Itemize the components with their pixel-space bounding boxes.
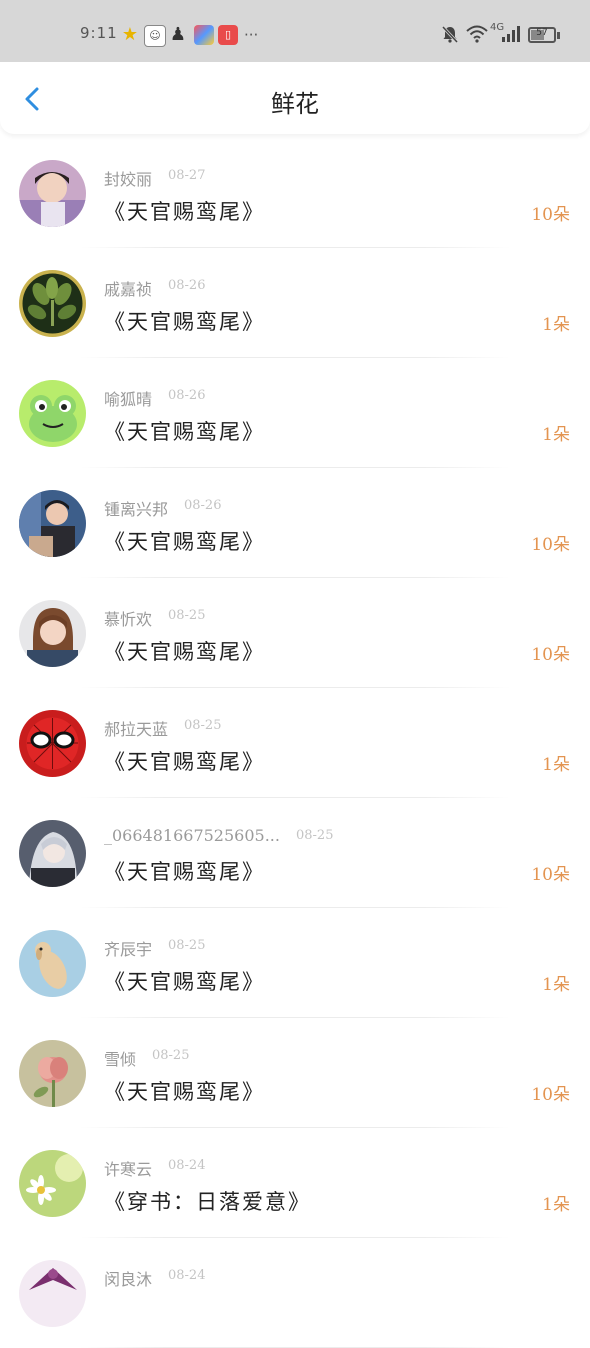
- signal-icon: [500, 24, 522, 48]
- book-title: 《天官赐鸾尾》: [104, 750, 265, 774]
- gift-row[interactable]: 锺离兴邦 08-26 《天官赐鸾尾》 10朵: [0, 468, 590, 578]
- post-date: 08-25: [168, 608, 206, 623]
- user-name: _066481667525605...: [104, 826, 280, 845]
- gift-row[interactable]: 慕忻欢 08-25 《天官赐鸾尾》 10朵: [0, 578, 590, 688]
- wifi-icon: [466, 24, 488, 48]
- user-name: 封姣丽: [104, 170, 153, 189]
- post-date: 08-25: [168, 938, 206, 953]
- user-avatar[interactable]: [19, 600, 86, 667]
- game-icon: ☺: [144, 25, 166, 47]
- book-title: 《天官赐鸾尾》: [104, 1080, 265, 1104]
- flower-count: 10朵: [531, 205, 570, 225]
- post-date: 08-27: [168, 168, 206, 183]
- page-title: 鲜花: [271, 90, 319, 118]
- user-avatar[interactable]: [19, 160, 86, 227]
- battery-icon: 57: [528, 27, 556, 43]
- gift-row[interactable]: 喻狐晴 08-26 《天官赐鸾尾》 1朵: [0, 358, 590, 468]
- user-name: 喻狐晴: [104, 390, 153, 409]
- flower-count: 10朵: [531, 1085, 570, 1105]
- status-time: 9:11: [80, 24, 118, 42]
- user-name: 许寒云: [104, 1160, 153, 1179]
- user-name: 齐辰宇: [104, 940, 153, 959]
- post-date: 08-24: [168, 1268, 206, 1283]
- user-avatar[interactable]: [19, 710, 86, 777]
- user-avatar[interactable]: [19, 930, 86, 997]
- book-title: 《天官赐鸾尾》: [104, 200, 265, 224]
- user-name: 郝拉天蓝: [104, 720, 169, 739]
- user-avatar[interactable]: [19, 490, 86, 557]
- gift-row[interactable]: 雪倾 08-25 《天官赐鸾尾》 10朵: [0, 1018, 590, 1128]
- book-title: 《天官赐鸾尾》: [104, 860, 265, 884]
- gift-row[interactable]: 戚嘉祯 08-26 《天官赐鸾尾》 1朵: [0, 248, 590, 358]
- flower-count: 10朵: [531, 865, 570, 885]
- gift-row[interactable]: 闵良沐 08-24: [0, 1238, 590, 1348]
- gift-row[interactable]: 许寒云 08-24 《穿书：日落爱意》 1朵: [0, 1128, 590, 1238]
- user-avatar[interactable]: [19, 380, 86, 447]
- post-date: 08-26: [168, 388, 206, 403]
- book-title: 《天官赐鸾尾》: [104, 640, 265, 664]
- flower-count: 10朵: [531, 535, 570, 555]
- gift-row[interactable]: 郝拉天蓝 08-25 《天官赐鸾尾》 1朵: [0, 688, 590, 798]
- gift-row[interactable]: 齐辰宇 08-25 《天官赐鸾尾》 1朵: [0, 908, 590, 1018]
- battery-nub: [557, 32, 560, 39]
- flower-count: 10朵: [531, 645, 570, 665]
- flower-count: 1朵: [542, 315, 570, 335]
- post-date: 08-25: [152, 1048, 190, 1063]
- post-date: 08-26: [184, 498, 222, 513]
- post-date: 08-25: [296, 828, 334, 843]
- flower-count: 1朵: [542, 1195, 570, 1215]
- flower-count: 1朵: [542, 755, 570, 775]
- user-name: 锺离兴邦: [104, 500, 169, 519]
- status-bar: 9:11 ★ ☺ ♟ ▯ ··· 4G 57: [0, 0, 590, 62]
- book-title: 《穿书：日落爱意》: [104, 1190, 311, 1214]
- post-date: 08-24: [168, 1158, 206, 1173]
- book-title: 《天官赐鸾尾》: [104, 420, 265, 444]
- book-icon: ▯: [218, 25, 238, 45]
- page-header: 鲜花: [0, 62, 590, 134]
- user-avatar[interactable]: [19, 820, 86, 887]
- post-date: 08-25: [184, 718, 222, 733]
- flower-count: 1朵: [542, 425, 570, 445]
- more-icon: ···: [244, 26, 259, 44]
- user-avatar[interactable]: [19, 1150, 86, 1217]
- user-avatar[interactable]: [19, 1260, 86, 1327]
- user-avatar[interactable]: [19, 1040, 86, 1107]
- book-title: 《天官赐鸾尾》: [104, 310, 265, 334]
- bell-muted-icon: [440, 24, 460, 48]
- user-name: 戚嘉祯: [104, 280, 153, 299]
- battery-percent: 57: [536, 28, 548, 38]
- post-date: 08-26: [168, 278, 206, 293]
- gift-row[interactable]: 封姣丽 08-27 《天官赐鸾尾》 10朵: [0, 138, 590, 248]
- star-icon: ★: [121, 24, 139, 45]
- user-name: 慕忻欢: [104, 610, 153, 629]
- book-title: 《天官赐鸾尾》: [104, 970, 265, 994]
- gift-list: 封姣丽 08-27 《天官赐鸾尾》 10朵 戚嘉祯 08-26 《天官赐鸾尾》 1朵 喻狐晴 08…: [0, 138, 590, 1348]
- app-icon: [194, 25, 214, 45]
- gift-row[interactable]: _066481667525605... 08-25 《天官赐鸾尾》 10朵: [0, 798, 590, 908]
- book-title: 《天官赐鸾尾》: [104, 530, 265, 554]
- flower-count: 1朵: [542, 975, 570, 995]
- user-name: 雪倾: [104, 1050, 137, 1069]
- user-name: 闵良沐: [104, 1270, 153, 1289]
- user-avatar[interactable]: [19, 270, 86, 337]
- qq-icon: ♟: [169, 24, 187, 45]
